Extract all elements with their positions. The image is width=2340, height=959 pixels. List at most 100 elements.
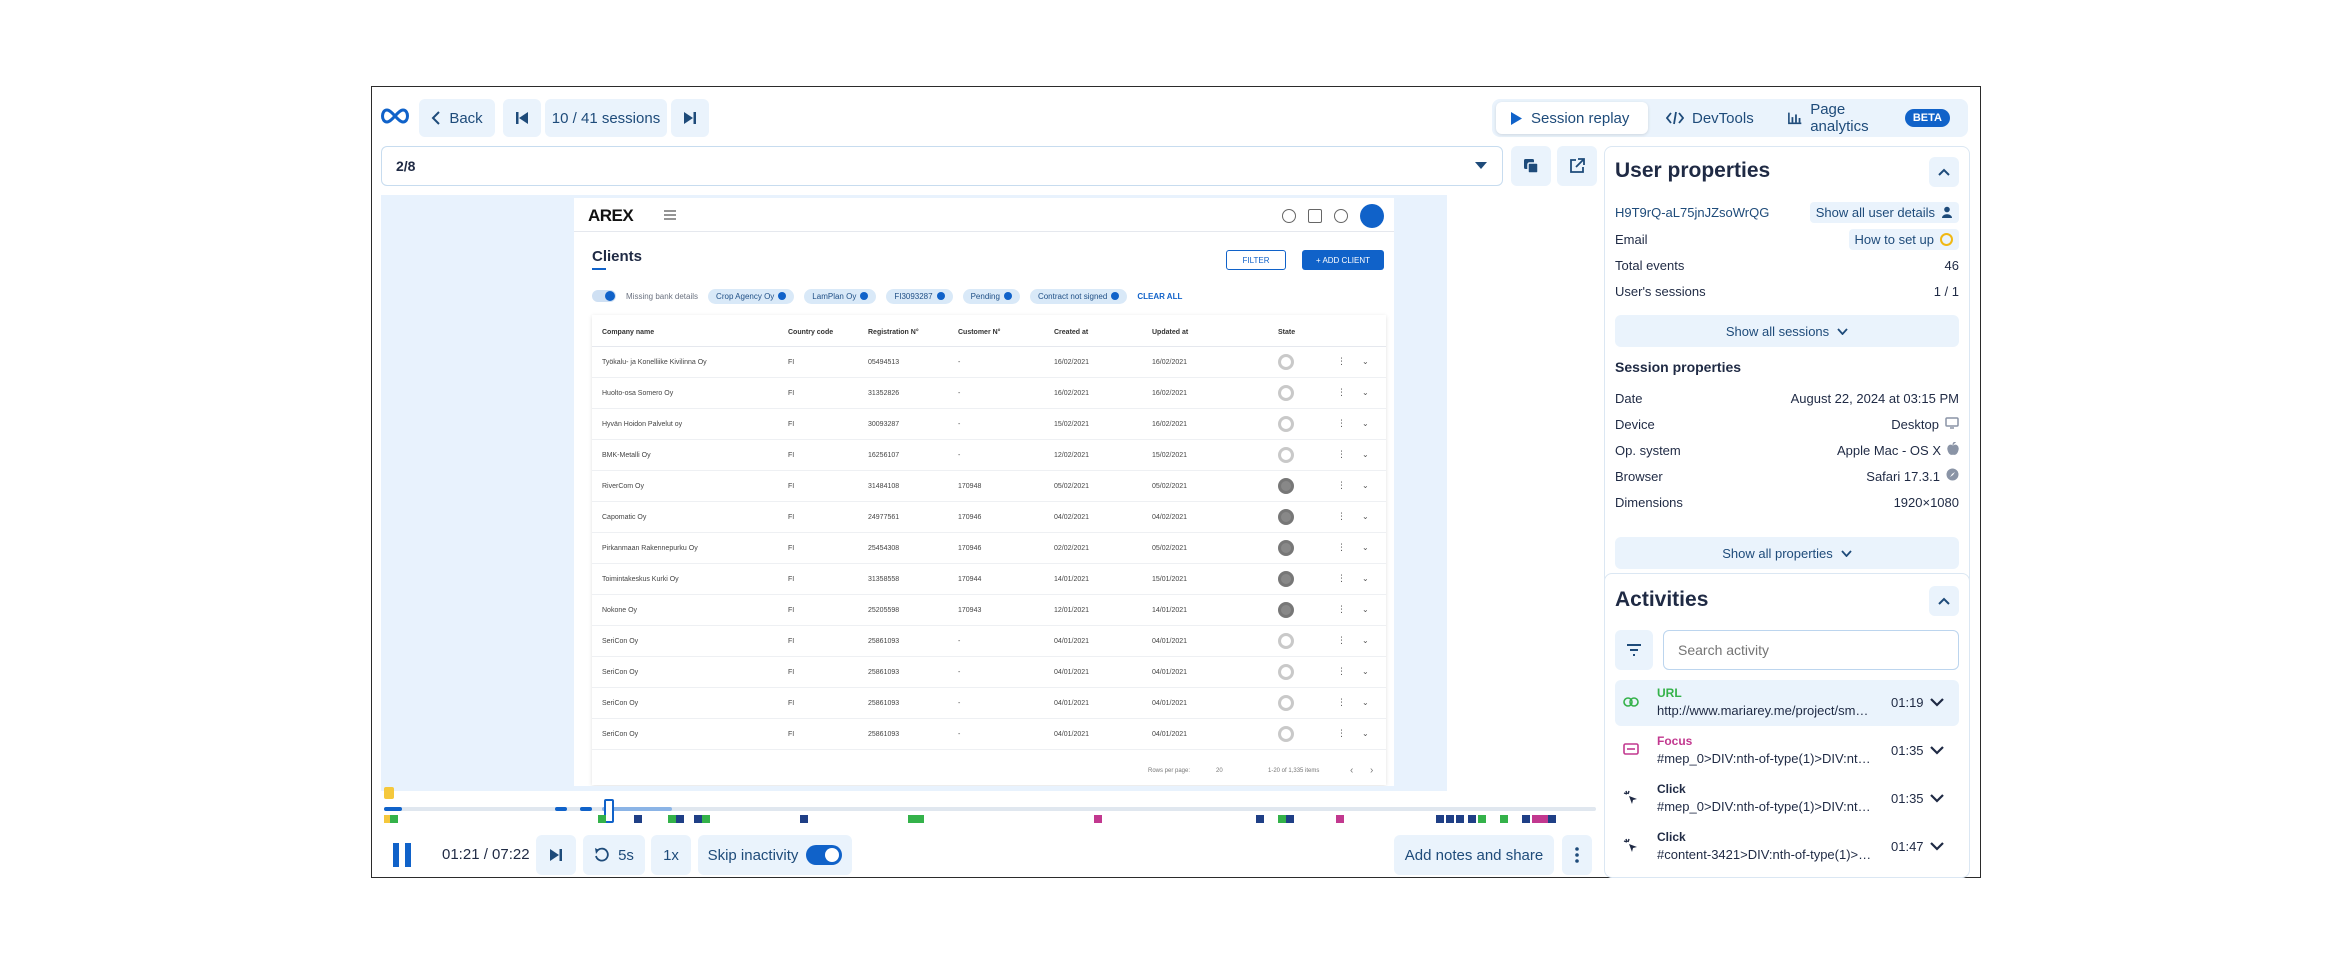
table-cell: 31484108 (868, 483, 900, 490)
timeline-event-marker[interactable] (1456, 815, 1464, 823)
focus-icon (1623, 742, 1639, 760)
tab-label: Page analytics (1810, 101, 1869, 135)
replayed-page: AREX Clients FILTER + ADD CLIENT Missing… (574, 198, 1394, 786)
timeline-event-marker[interactable] (1286, 815, 1294, 823)
show-user-details-button[interactable]: Show all user details (1809, 201, 1959, 223)
timeline-event-marker[interactable] (1446, 815, 1454, 823)
row-menu-icon: ⋮ (1337, 728, 1346, 738)
previous-session-button[interactable] (503, 99, 541, 137)
timeline-event-marker[interactable] (390, 815, 398, 823)
timeline-event-marker[interactable] (1436, 815, 1444, 823)
table-row: BMK-Metalli Oy FI 16256107 - 12/02/2021 15/02… (592, 440, 1386, 471)
missing-bank-toggle (592, 290, 616, 302)
timeline-event-marker[interactable] (634, 815, 642, 823)
table-cell: - (958, 390, 961, 397)
rewind-5s-button[interactable]: 5s (583, 835, 645, 875)
activity-segment (384, 807, 402, 811)
more-vertical-icon (1575, 847, 1579, 863)
timeline-event-marker[interactable] (1468, 815, 1476, 823)
timeline-event-marker[interactable] (1540, 815, 1548, 823)
table-cell: 25861093 (868, 700, 900, 707)
session-property-row: Device Desktop (1615, 411, 1959, 437)
timeline-event-marker[interactable] (908, 815, 916, 823)
next-session-button[interactable] (671, 99, 709, 137)
activity-time: 01:35 (1891, 743, 1924, 758)
chevron-down-icon[interactable] (1929, 742, 1945, 760)
table-cell: RiverCom Oy (602, 483, 645, 490)
tab-devtools[interactable]: DevTools (1652, 102, 1768, 134)
pause-button[interactable] (382, 835, 422, 875)
table-cell: FI (788, 669, 795, 676)
timeline-event-marker[interactable] (1548, 815, 1556, 823)
table-cell: 30093287 (868, 421, 900, 428)
table-cell: 16/02/2021 (1152, 421, 1188, 428)
timeline-event-marker[interactable] (1532, 815, 1540, 823)
bookmark-marker[interactable] (384, 787, 394, 799)
table-cell: 12/01/2021 (1054, 607, 1090, 614)
apple-icon (1947, 441, 1959, 459)
table-row: RiverCom Oy FI 31484108 170948 05/02/2021 05/… (592, 471, 1386, 502)
chevron-down-icon[interactable] (1929, 838, 1945, 856)
play-icon (1511, 111, 1522, 125)
activity-item[interactable]: Click #content-3421>DIV:nth-of-type(1)>D.… (1615, 824, 1959, 870)
show-all-sessions-button[interactable]: Show all sessions (1615, 315, 1959, 347)
arex-logo: AREX (588, 206, 634, 225)
timeline-event-marker[interactable] (1278, 815, 1286, 823)
search-activity-input[interactable] (1663, 630, 1959, 670)
activity-item[interactable]: URL http://www.mariarey.me/project/small.… (1615, 680, 1959, 726)
property-value: Desktop (1891, 417, 1959, 432)
row-menu-icon: ⋮ (1337, 635, 1346, 645)
clients-table: Company name Country code Registration N… (592, 315, 1386, 785)
tab-session-replay[interactable]: Session replay (1496, 102, 1648, 134)
timeline-event-marker[interactable] (1500, 815, 1508, 823)
timeline-event-marker[interactable] (1522, 815, 1530, 823)
timeline-scrubber[interactable] (384, 807, 1596, 811)
property-label: Date (1615, 390, 1643, 406)
row-expand-icon: ⌄ (1362, 388, 1369, 397)
speed-button[interactable]: 1x (651, 835, 691, 875)
timeline-event-marker[interactable] (1256, 815, 1264, 823)
timeline-event-marker[interactable] (1094, 815, 1102, 823)
open-external-button[interactable] (1557, 146, 1597, 186)
more-options-button[interactable] (1562, 835, 1592, 875)
activity-filter-button[interactable] (1615, 630, 1653, 670)
table-cell: 16/02/2021 (1152, 390, 1188, 397)
skip-inactivity-control[interactable]: Skip inactivity (698, 835, 852, 875)
collapse-activities-button[interactable] (1929, 586, 1959, 616)
table-pagination: Rows per page: 20 1-20 of 1,335 items ‹ … (592, 757, 1386, 785)
state-icon (1278, 664, 1294, 680)
show-all-properties-button[interactable]: Show all properties (1615, 537, 1959, 569)
tab-page-analytics[interactable]: Page analytics BETA (1774, 101, 1964, 135)
activity-item[interactable]: Focus #mep_0>DIV:nth-of-type(1)>DIV:nth-.… (1615, 728, 1959, 774)
page-url-select[interactable]: 2/8 (381, 146, 1503, 186)
chevron-down-icon[interactable] (1929, 790, 1945, 808)
row-expand-icon: ⌄ (1362, 543, 1369, 552)
timeline-event-marker[interactable] (676, 815, 684, 823)
row-expand-icon: ⌄ (1362, 512, 1369, 521)
user-id: H9T9rQ-aL75jnJZsoWrQG (1615, 204, 1770, 220)
collapse-user-props-button[interactable] (1929, 157, 1959, 187)
timeline-event-marker[interactable] (702, 815, 710, 823)
table-cell: 24977561 (868, 514, 900, 521)
back-button[interactable]: Back (419, 99, 495, 137)
activity-item[interactable]: Click #mep_0>DIV:nth-of-type(1)>DIV:nth-.… (1615, 776, 1959, 822)
timeline-event-marker[interactable] (800, 815, 808, 823)
how-to-set-up-link[interactable]: How to set up (1848, 228, 1959, 250)
timeline-event-marker[interactable] (668, 815, 676, 823)
add-notes-button[interactable]: Add notes and share (1394, 835, 1554, 875)
replay-viewport: AREX Clients FILTER + ADD CLIENT Missing… (381, 195, 1447, 791)
timeline-event-marker[interactable] (1336, 815, 1344, 823)
copy-button[interactable] (1511, 146, 1551, 186)
state-icon (1278, 726, 1294, 742)
table-cell: 16/02/2021 (1054, 359, 1090, 366)
timeline-event-marker[interactable] (1478, 815, 1486, 823)
timeline-event-marker[interactable] (694, 815, 702, 823)
timeline-event-marker[interactable] (598, 815, 606, 823)
chevron-down-icon[interactable] (1929, 694, 1945, 712)
skip-inactivity-label: Skip inactivity (707, 846, 799, 864)
table-cell: Toimintakeskus Kurki Oy (602, 576, 679, 583)
skip-next-button[interactable] (536, 835, 576, 875)
timeline-event-marker[interactable] (916, 815, 924, 823)
table-cell: 12/02/2021 (1054, 452, 1090, 459)
skip-inactivity-toggle[interactable] (806, 845, 843, 865)
